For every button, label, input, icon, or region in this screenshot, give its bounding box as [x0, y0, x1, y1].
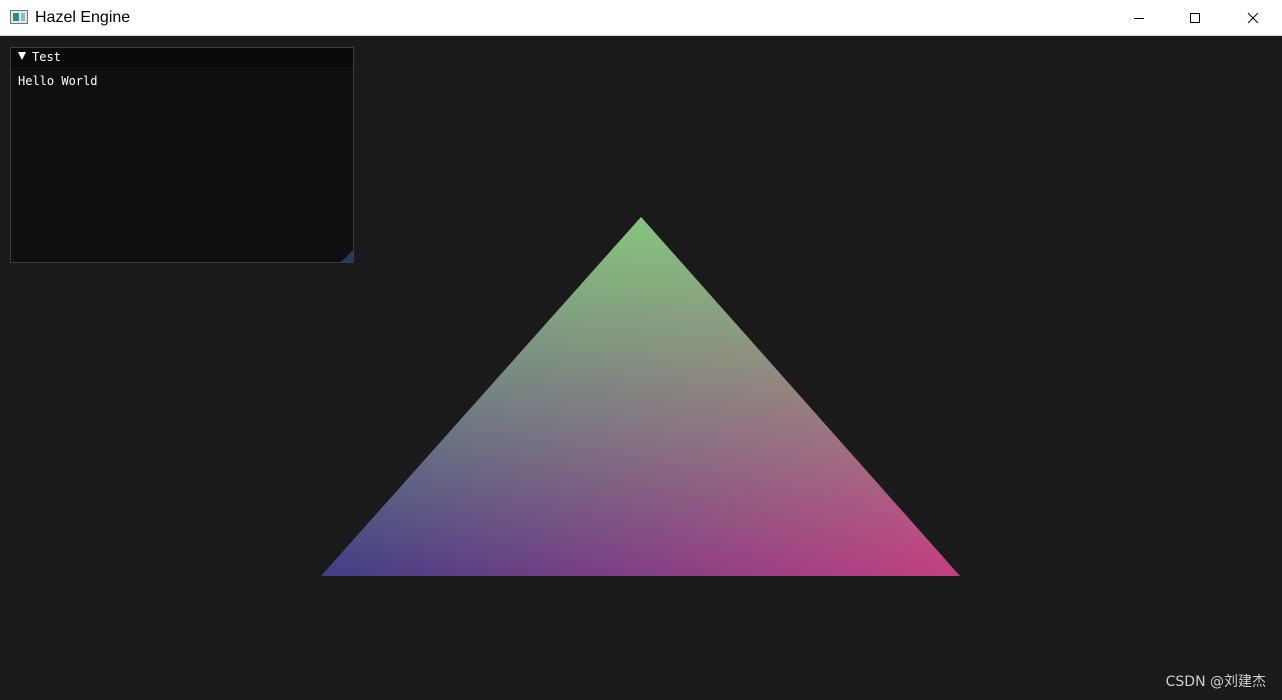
close-button[interactable] [1225, 0, 1281, 36]
close-icon [1247, 12, 1259, 24]
imgui-titlebar[interactable]: Test [11, 48, 353, 67]
maximize-icon [1190, 13, 1200, 23]
window-title: Hazel Engine [35, 9, 131, 26]
hello-world-text: Hello World [18, 74, 98, 88]
resize-grip-icon[interactable] [341, 250, 353, 262]
minimize-button[interactable] [1111, 0, 1167, 36]
minimize-icon [1134, 18, 1144, 19]
app-window-icon [10, 10, 28, 24]
maximize-button[interactable] [1167, 0, 1223, 36]
collapse-arrow-icon[interactable] [18, 52, 26, 60]
window-titlebar[interactable]: Hazel Engine [0, 0, 1282, 36]
watermark: CSDN @刘建杰 [1165, 674, 1266, 690]
imgui-window-title: Test [32, 50, 61, 64]
imgui-test-window[interactable]: Test Hello World [10, 47, 354, 263]
